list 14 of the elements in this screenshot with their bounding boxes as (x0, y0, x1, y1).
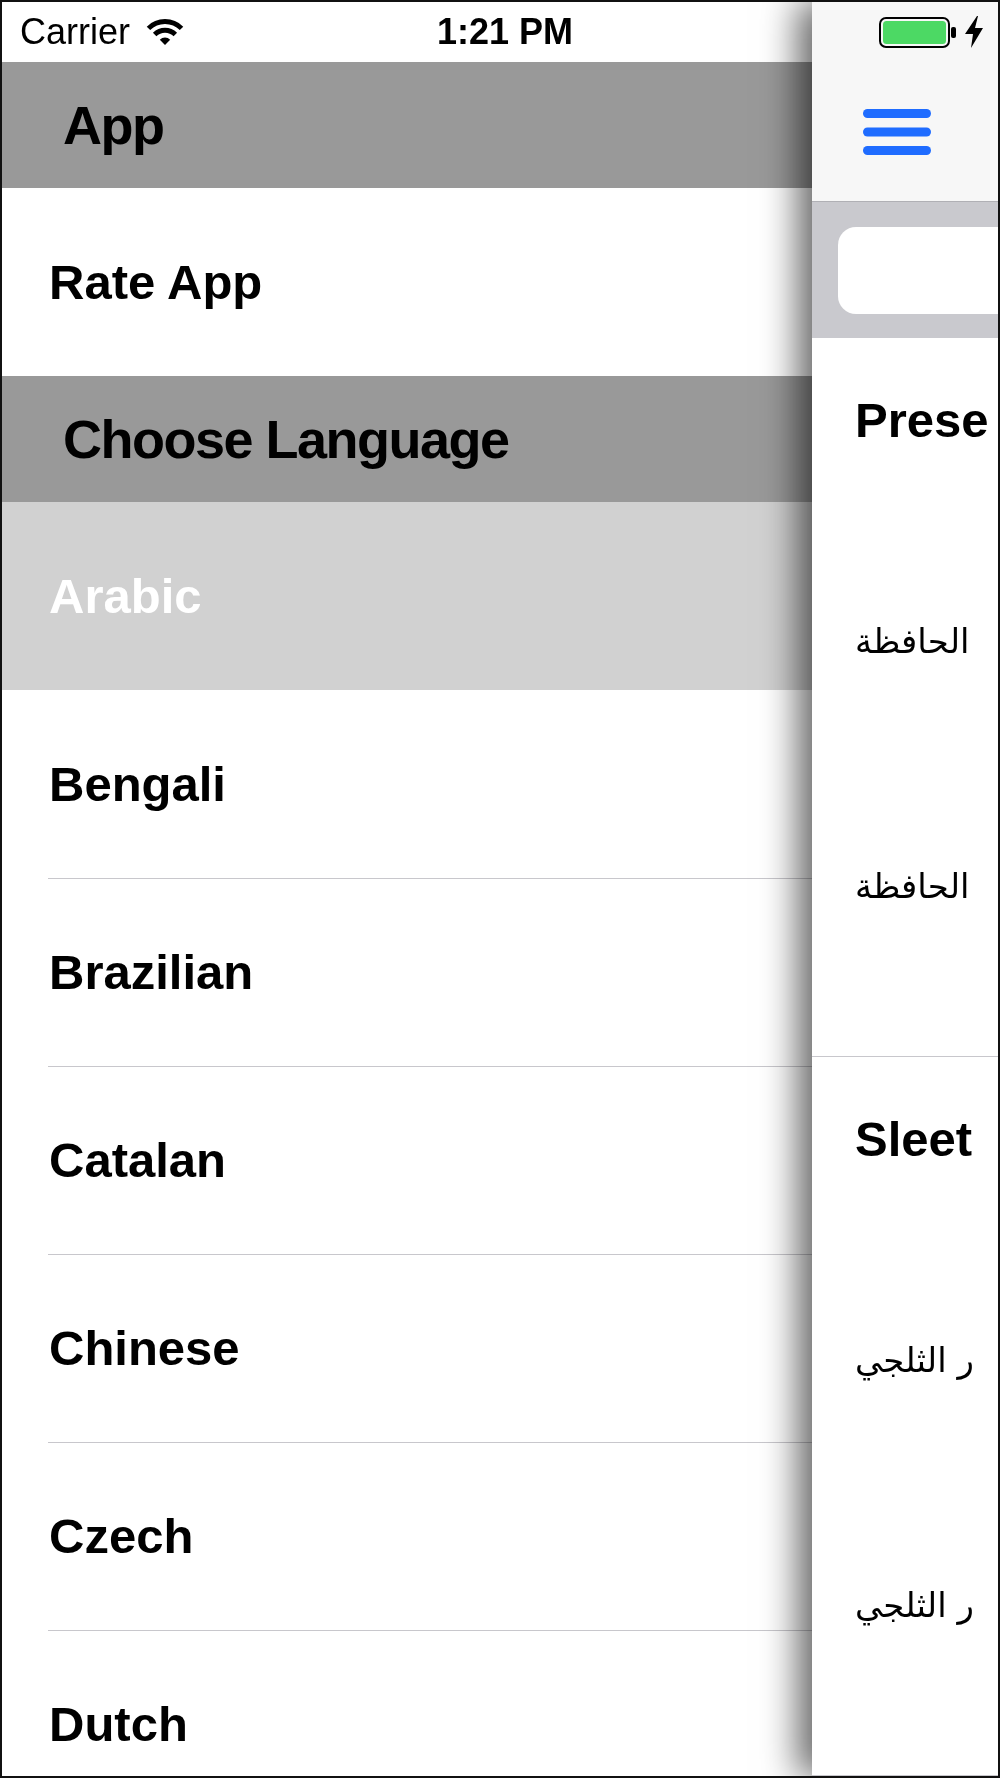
translation-text: ر الثلجي (855, 1339, 974, 1383)
menu-icon[interactable] (863, 108, 931, 155)
translation-text: الحافظة (855, 620, 970, 663)
search-field[interactable] (838, 227, 998, 314)
section-title: Sleet (855, 1111, 973, 1167)
translation-text: الحافظة (855, 865, 970, 908)
carrier-label: Carrier (20, 11, 130, 53)
translation-text: ر الثلجي (855, 1584, 974, 1628)
section-title: Prese (855, 392, 989, 448)
section-header: Choose Language (2, 376, 812, 502)
battery-icon (879, 16, 956, 48)
lightning-bolt-icon (965, 16, 983, 48)
clock-time: 1:21 PM (437, 11, 575, 53)
section-header: App (2, 62, 812, 188)
